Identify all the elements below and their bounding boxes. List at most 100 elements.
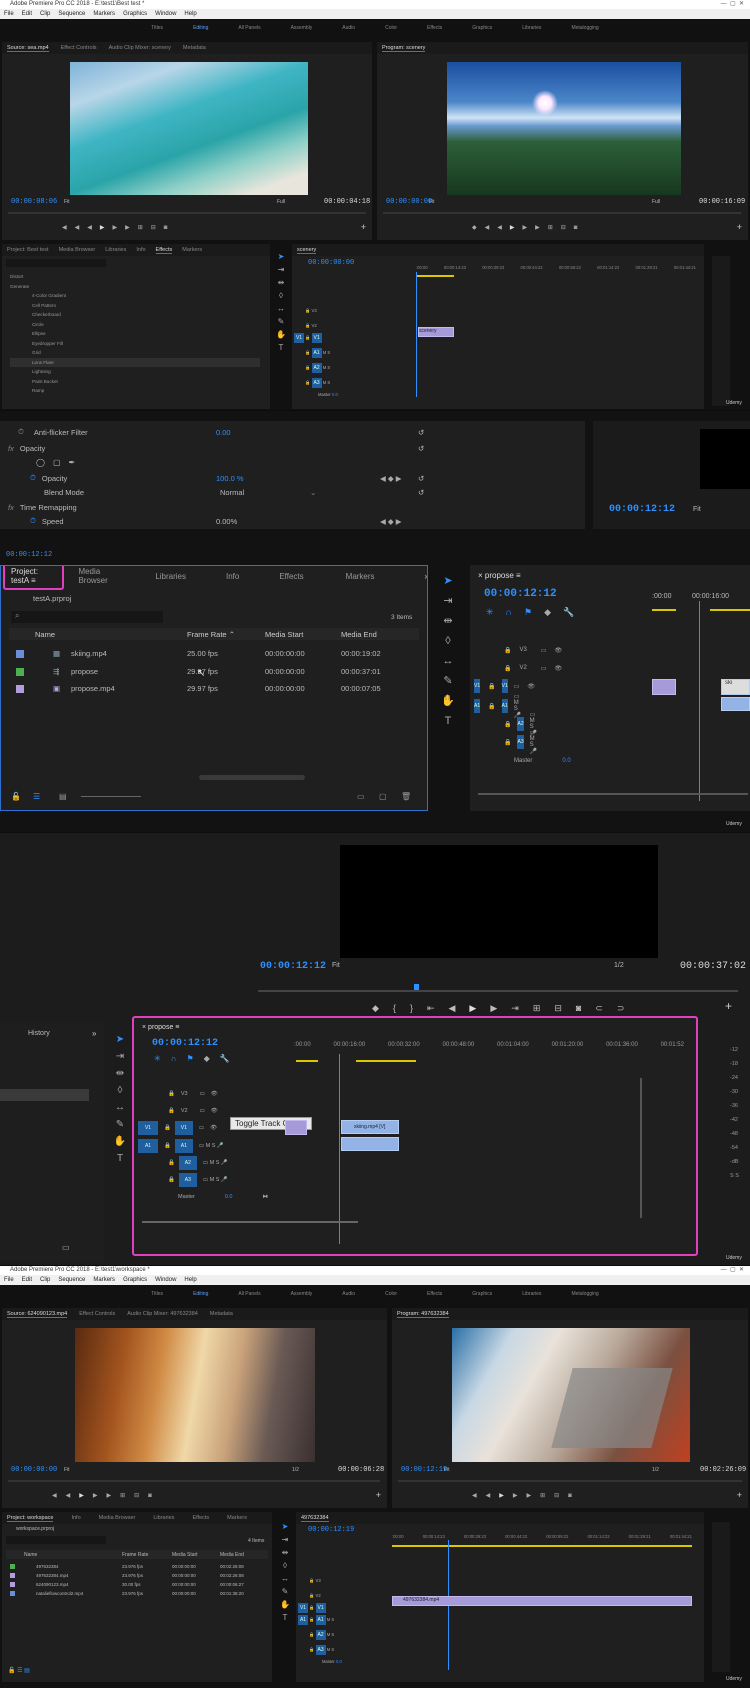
step-fwd-icon[interactable]: ▶▶ [93, 1493, 120, 1499]
tab-libraries[interactable]: Libraries [155, 572, 186, 581]
clip-propose[interactable] [652, 679, 676, 695]
hand-icon[interactable]: ✋ [274, 328, 288, 341]
tab-effects[interactable]: Effects [192, 1515, 209, 1521]
menu-file[interactable]: File [4, 1277, 14, 1283]
slip-icon[interactable]: ↔ [112, 1099, 128, 1116]
step-back-icon[interactable]: ◀◀ [485, 225, 510, 231]
table-row[interactable]: 497632384.mp4 23.976 fps 00:00:00:00 00:… [6, 1571, 268, 1580]
ws-audio[interactable]: Audio [342, 25, 355, 31]
source-patch-v1[interactable]: V1 [298, 1603, 308, 1613]
menu-help[interactable]: Help [184, 11, 196, 17]
effect-folder-generate[interactable]: Generate [10, 282, 260, 292]
ws-graphics[interactable]: Graphics [472, 1291, 492, 1297]
type-icon[interactable]: T [274, 341, 288, 354]
menu-graphics[interactable]: Graphics [123, 1277, 147, 1283]
camera-icon[interactable]: ◙ [568, 1493, 581, 1499]
type-icon[interactable]: T [112, 1150, 128, 1167]
program-res[interactable]: 1/2 [614, 962, 624, 969]
master-value[interactable]: 0.0 [332, 392, 338, 397]
track-label-a1[interactable]: A1 [315, 1615, 326, 1625]
col-frame-rate[interactable]: Frame Rate ⌃ [187, 630, 235, 639]
overwrite-icon[interactable]: ⊟ [134, 1493, 148, 1499]
menu-sequence[interactable]: Sequence [58, 1277, 85, 1283]
menu-edit[interactable]: Edit [22, 1277, 32, 1283]
linked-icon[interactable]: ∩ [171, 1054, 187, 1063]
list-view-icon[interactable]: ☰ [33, 792, 40, 801]
track-select-icon[interactable]: ⇥ [278, 1533, 292, 1546]
lift-icon[interactable]: ⊞ [540, 1493, 554, 1499]
window-controls[interactable]: — ▢ ✕ [721, 1266, 744, 1275]
menu-window[interactable]: Window [155, 11, 176, 17]
ec-value[interactable]: 0.00% [216, 517, 237, 526]
ws-effects[interactable]: Effects [427, 1291, 442, 1297]
tab-media-browser[interactable]: Media Browser [59, 247, 96, 253]
table-row[interactable]: natalieflowcontrol2.mp4 23.976 fps 00:00… [6, 1589, 268, 1598]
program-fit[interactable]: Fit [332, 962, 340, 969]
camera-icon[interactable]: ◙ [576, 1003, 595, 1013]
ellipse-mask-icon[interactable]: ◯ [36, 458, 45, 467]
lift-icon[interactable]: ⊞ [533, 1003, 555, 1013]
camera-icon[interactable]: ◙ [574, 225, 586, 231]
effect-item[interactable]: Paint Bucket [10, 377, 260, 387]
selection-tool-icon[interactable]: ➤ [278, 1520, 292, 1533]
marker-icon[interactable]: ◆ [472, 225, 485, 231]
ws-editing[interactable]: Editing [193, 1291, 208, 1297]
table-row[interactable]: 624090123.mp4 30.00 fps 00:00:00:00 00:0… [6, 1580, 268, 1589]
razor-icon[interactable]: ◊ [278, 1559, 292, 1572]
extract-icon[interactable]: ⊟ [561, 225, 574, 231]
source-res[interactable]: 1/2 [292, 1467, 299, 1473]
snap-icon[interactable]: ✳ [486, 607, 506, 617]
track-select-icon[interactable]: ⇥ [112, 1048, 128, 1065]
menu-clip[interactable]: Clip [40, 1277, 50, 1283]
icon-view-icon[interactable]: ▤ [59, 792, 67, 801]
history-selected-row[interactable] [0, 1089, 89, 1101]
slip-icon[interactable]: ↔ [438, 651, 458, 671]
work-area-bar[interactable] [416, 275, 454, 277]
reset-icon[interactable]: ↺ [418, 428, 424, 437]
keyframe-nav-icon[interactable]: ◀ ◆ ▶ [380, 474, 401, 483]
timeline-hscroll[interactable] [478, 793, 748, 795]
step-fwd-icon[interactable]: ▶ [490, 1003, 511, 1013]
meter-solo[interactable]: S S [730, 1169, 750, 1183]
reset-icon[interactable]: ↺ [418, 444, 424, 453]
slip-icon[interactable]: ↔ [274, 302, 288, 315]
playhead-line[interactable] [339, 1054, 340, 1244]
ws-editing[interactable]: Editing [193, 25, 208, 31]
menu-markers[interactable]: Markers [93, 1277, 115, 1283]
effect-folder-distort[interactable]: Distort [10, 272, 260, 282]
program-fit[interactable]: Fit [429, 199, 435, 205]
add-button-icon[interactable]: + [737, 1490, 742, 1500]
razor-icon[interactable]: ◊ [438, 631, 458, 651]
play-icon[interactable]: ▶ [100, 225, 113, 231]
col-media-end[interactable]: Media End [220, 1552, 244, 1558]
snap-icon[interactable]: ✳ [154, 1054, 171, 1063]
work-area-bar[interactable] [652, 609, 676, 611]
program-quality[interactable]: Full [652, 199, 660, 205]
effect-item[interactable]: Ramp [10, 386, 260, 396]
menu-markers[interactable]: Markers [93, 11, 115, 17]
hand-icon[interactable]: ✋ [438, 691, 458, 711]
timeline-hscroll[interactable] [142, 1221, 358, 1223]
panel-menu-icon[interactable]: » [92, 1029, 96, 1038]
ws-titles[interactable]: Titles [151, 25, 163, 31]
tab-effect-controls[interactable]: Effect Controls [61, 45, 97, 51]
vr-icon[interactable]: ⊂⊃ [595, 1003, 638, 1013]
clip-497632384[interactable]: 497632384.mp4 [392, 1596, 692, 1606]
effect-item[interactable]: 4-Color Gradient [10, 291, 260, 301]
play-icon[interactable]: ▶ [469, 1003, 490, 1013]
effect-item[interactable]: Checkerboard [10, 310, 260, 320]
zoom-slider[interactable] [81, 796, 141, 797]
tab-info[interactable]: Info [136, 247, 145, 253]
step-back-icon[interactable]: ◀◀ [52, 1493, 79, 1499]
pen-icon[interactable]: ✎ [274, 315, 288, 328]
slip-icon[interactable]: ↔ [278, 1572, 292, 1585]
track-label-v1[interactable]: V1 [311, 333, 322, 343]
work-area-bar-2[interactable] [356, 1060, 416, 1062]
work-area-bar-2[interactable] [710, 609, 750, 611]
tab-media-browser[interactable]: Media Browser [78, 567, 123, 585]
tab-effects[interactable]: Effects [155, 247, 173, 254]
chevron-down-icon[interactable]: ⌄ [310, 488, 316, 497]
razor-icon[interactable]: ◊ [112, 1082, 128, 1099]
marker-icon[interactable]: ◆ [372, 1003, 393, 1013]
keyframe-nav-icon[interactable]: ◀ ◆ ▶ [380, 517, 401, 526]
